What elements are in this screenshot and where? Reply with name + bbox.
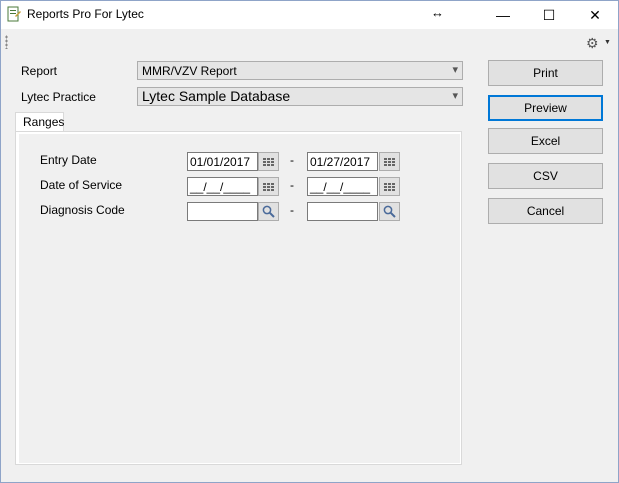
search-icon [262, 205, 275, 218]
print-button[interactable]: Print [488, 60, 603, 86]
date-of-service-from-value: __/__/____ [190, 180, 251, 194]
entry-date-from-value: 01/01/2017 [190, 155, 251, 169]
calendar-icon[interactable] [258, 152, 279, 171]
calendar-icon[interactable] [379, 177, 400, 196]
preview-button[interactable]: Preview [488, 95, 603, 121]
diagnosis-code-to-input[interactable] [307, 202, 378, 221]
entry-date-to-value: 01/27/2017 [310, 155, 371, 169]
entry-date-to-input[interactable]: 01/27/2017 [307, 152, 378, 171]
maximize-button[interactable]: ☐ [526, 1, 572, 29]
range-dash: - [290, 203, 294, 217]
toolbar: ⚙ ▼ [1, 29, 618, 55]
date-of-service-to-input[interactable]: __/__/____ [307, 177, 378, 196]
diagnosis-code-from-input[interactable] [187, 202, 258, 221]
entry-date-label: Entry Date [40, 153, 97, 167]
search-icon [383, 205, 396, 218]
tab-ranges-label: Ranges [23, 115, 65, 129]
report-select[interactable]: MMR/VZV Report ▾ [137, 61, 463, 80]
cancel-button[interactable]: Cancel [488, 198, 603, 224]
entry-date-from-input[interactable]: 01/01/2017 [187, 152, 258, 171]
app-icon [7, 6, 21, 22]
practice-select[interactable]: Lytec Sample Database ▾ [137, 87, 463, 106]
toolbar-grip-icon[interactable] [5, 35, 8, 49]
calendar-icon[interactable] [258, 177, 279, 196]
gear-icon[interactable]: ⚙ [586, 35, 599, 52]
range-dash: - [290, 153, 294, 167]
app-window: Reports Pro For Lytec ↔ — ☐ ✕ ⚙ ▼ Report… [0, 0, 619, 483]
range-dash: - [290, 178, 294, 192]
csv-button[interactable]: CSV [488, 163, 603, 189]
practice-label: Lytec Practice [21, 90, 96, 104]
chevron-down-icon[interactable]: ▼ [604, 39, 611, 46]
tab-ranges[interactable]: Ranges [15, 112, 64, 132]
chevron-down-icon: ▾ [452, 64, 458, 76]
calendar-icon[interactable] [379, 152, 400, 171]
excel-button[interactable]: Excel [488, 128, 603, 154]
report-select-value: MMR/VZV Report [142, 64, 237, 78]
search-icon[interactable] [379, 202, 400, 221]
title-bar: Reports Pro For Lytec ↔ — ☐ ✕ [1, 1, 618, 29]
close-button[interactable]: ✕ [572, 1, 618, 29]
date-of-service-from-input[interactable]: __/__/____ [187, 177, 258, 196]
resize-cursor-icon: ↔ [431, 5, 444, 20]
minimize-button[interactable]: — [480, 1, 526, 29]
report-label: Report [21, 64, 58, 78]
practice-select-value: Lytec Sample Database [142, 88, 291, 104]
chevron-down-icon: ▾ [452, 90, 458, 102]
date-of-service-to-value: __/__/____ [310, 180, 371, 194]
window-title: Reports Pro For Lytec [27, 7, 144, 21]
diagnosis-code-label: Diagnosis Code [40, 203, 125, 217]
search-icon[interactable] [258, 202, 279, 221]
date-of-service-label: Date of Service [40, 178, 123, 192]
